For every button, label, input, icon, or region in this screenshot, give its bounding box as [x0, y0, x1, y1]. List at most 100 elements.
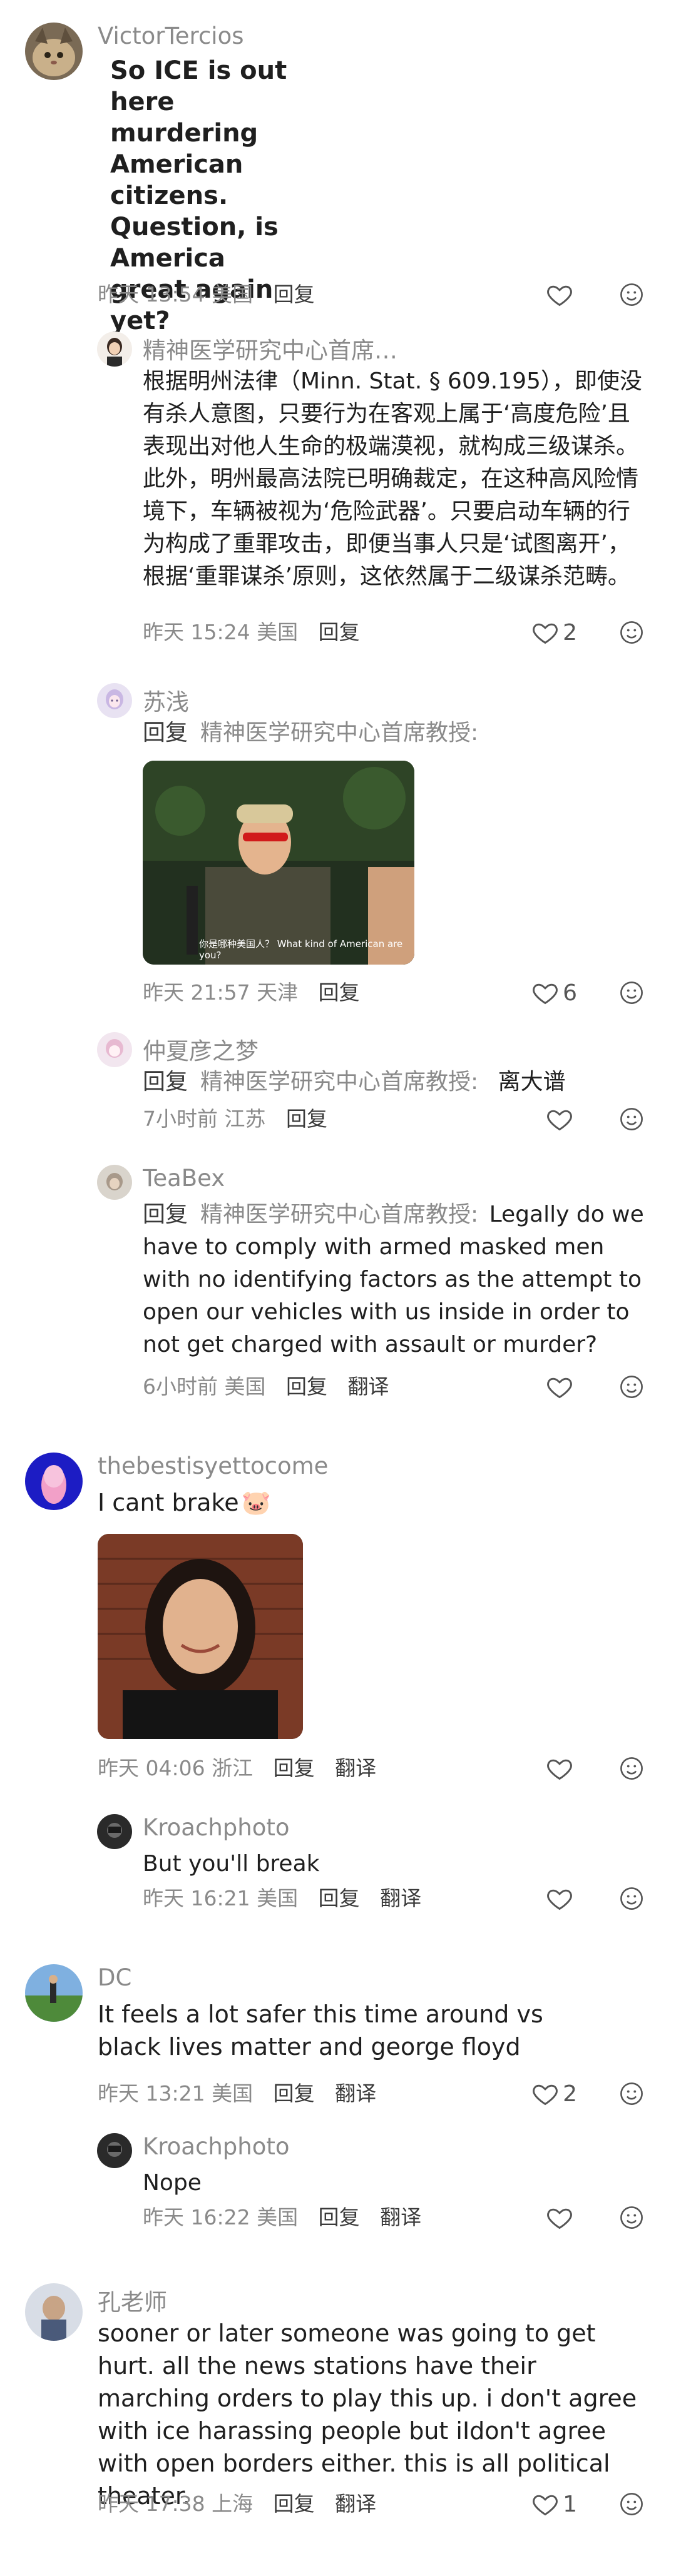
- avatar[interactable]: [97, 683, 132, 718]
- avatar[interactable]: [97, 1165, 132, 1200]
- emoji-reaction-button[interactable]: [618, 1884, 646, 1913]
- like-button[interactable]: [546, 280, 577, 309]
- emoji-reaction-button[interactable]: [618, 1372, 646, 1401]
- like-count: 6: [563, 980, 577, 1006]
- translate-button[interactable]: 翻译: [348, 1374, 389, 1399]
- comment-text: 根据明州法律（Minn. Stat. § 609.195），即使没有杀人意图，只…: [143, 368, 642, 589]
- like-count: 2: [563, 2081, 577, 2107]
- emoji-reaction-button[interactable]: [618, 2079, 646, 2108]
- smiley-icon: [620, 1757, 643, 1780]
- avatar[interactable]: [97, 1814, 132, 1849]
- avatar[interactable]: [25, 23, 83, 80]
- reply-button[interactable]: 回复: [274, 282, 315, 307]
- comment-location: 美国: [212, 2081, 253, 2106]
- smiley-icon: [620, 2206, 643, 2229]
- like-button[interactable]: 6: [531, 978, 577, 1007]
- comment-time: 昨天 21:57: [143, 980, 250, 1005]
- reply-button[interactable]: 回复: [274, 2492, 315, 2516]
- username[interactable]: Kroachphoto: [143, 1814, 289, 1841]
- heart-outline-icon: [547, 1110, 572, 1131]
- comment-time: 6小时前: [143, 1374, 218, 1399]
- like-button[interactable]: [546, 1105, 577, 1133]
- username[interactable]: DC: [98, 1964, 131, 1991]
- comment-location: 美国: [257, 1886, 299, 1910]
- smiley-icon: [620, 283, 643, 306]
- comment-location: 美国: [257, 620, 299, 644]
- avatar[interactable]: [97, 2133, 132, 2168]
- comment-text: It feels a lot safer this time around vs…: [98, 2000, 543, 2061]
- comment-location: 天津: [257, 980, 299, 1005]
- avatar[interactable]: [25, 2283, 83, 2341]
- comment-text: I cant brake: [98, 1489, 239, 1516]
- username[interactable]: VictorTercios: [98, 23, 244, 49]
- emoji-reaction-button[interactable]: [618, 280, 646, 309]
- emoji-reaction-button[interactable]: [618, 2203, 646, 2232]
- emoji-reaction-button[interactable]: [618, 1754, 646, 1783]
- translate-button[interactable]: 翻译: [335, 1756, 376, 1780]
- comment-text: 离大谱: [498, 1069, 566, 1095]
- translate-button[interactable]: 翻译: [380, 1886, 421, 1910]
- username[interactable]: 精神医学研究中心首席…: [143, 332, 412, 365]
- reply-button[interactable]: 回复: [286, 1107, 327, 1131]
- username[interactable]: TeaBex: [143, 1165, 225, 1192]
- reply-target[interactable]: 精神医学研究中心首席教授:: [200, 1069, 478, 1095]
- comment-image[interactable]: 你是哪种美国人？ What kind of American are you?: [143, 761, 414, 965]
- avatar[interactable]: [97, 1032, 132, 1067]
- comment-time: 昨天 16:21: [143, 1886, 250, 1910]
- comment-item: DC It feels a lot safer this time around…: [0, 1964, 676, 2121]
- reply-target[interactable]: 精神医学研究中心首席教授:: [200, 720, 478, 746]
- reply-button[interactable]: 回复: [274, 1756, 315, 1780]
- heart-outline-icon: [533, 2084, 558, 2106]
- reply-button[interactable]: 回复: [286, 1374, 327, 1399]
- smiley-icon: [620, 2493, 643, 2515]
- reply-item: 苏浅 回复 精神医学研究中心首席教授: 你是哪种美国人？ What kind of…: [0, 683, 676, 1008]
- username[interactable]: 孔老师: [98, 2283, 167, 2317]
- heart-outline-icon: [533, 2495, 558, 2516]
- avatar[interactable]: [25, 1964, 83, 2022]
- avatar[interactable]: [97, 332, 132, 367]
- smiley-icon: [620, 1887, 643, 1910]
- heart-outline-icon: [547, 1377, 572, 1399]
- image-caption: 你是哪种美国人？ What kind of American are you?: [199, 938, 403, 961]
- like-button[interactable]: 2: [531, 2079, 577, 2108]
- like-button[interactable]: [546, 1884, 577, 1913]
- smiley-icon: [620, 1108, 643, 1130]
- emoji-reaction-button[interactable]: [618, 978, 646, 1007]
- emoji-reaction-button[interactable]: [618, 2490, 646, 2518]
- translate-button[interactable]: 翻译: [335, 2492, 376, 2516]
- avatar[interactable]: [25, 1453, 83, 1510]
- emoji-reaction-button[interactable]: [618, 1105, 646, 1133]
- reply-button[interactable]: 回复: [274, 2081, 315, 2106]
- reply-target[interactable]: 精神医学研究中心首席教授:: [200, 1202, 478, 1227]
- reply-button[interactable]: 回复: [319, 2205, 360, 2229]
- comment-text-line: I cant brake 🐷: [98, 1486, 598, 1519]
- username[interactable]: 苏浅: [143, 683, 189, 717]
- reply-item: 精神医学研究中心首席… 根据明州法律（Minn. Stat. § 609.195…: [0, 332, 676, 657]
- like-button[interactable]: 1: [531, 2490, 577, 2518]
- reply-item: Kroachphoto But you'll break 昨天 16:21 美国…: [0, 1814, 676, 1914]
- comment-time: 昨天 16:22: [143, 2205, 250, 2229]
- comment-meta: 昨天 13:54 美国 回复: [98, 280, 315, 309]
- like-button[interactable]: 2: [531, 618, 577, 647]
- reply-button[interactable]: 回复: [319, 620, 360, 644]
- username[interactable]: Kroachphoto: [143, 2133, 289, 2160]
- comment-image[interactable]: [98, 1534, 303, 1739]
- like-button[interactable]: [546, 1372, 577, 1401]
- like-button[interactable]: [546, 2203, 577, 2232]
- translate-button[interactable]: 翻译: [380, 2205, 421, 2229]
- comment-location: 美国: [257, 2205, 299, 2229]
- emoji-reaction-button[interactable]: [618, 618, 646, 647]
- comment-text: sooner or later someone was going to get…: [98, 2320, 637, 2510]
- heart-outline-icon: [547, 285, 572, 307]
- like-button[interactable]: [546, 1754, 577, 1783]
- translate-button[interactable]: 翻译: [335, 2081, 376, 2106]
- reply-button[interactable]: 回复: [319, 1886, 360, 1910]
- comment-location: 美国: [212, 282, 253, 307]
- heart-outline-icon: [547, 2208, 572, 2229]
- comment-time: 昨天 13:21: [98, 2081, 205, 2106]
- comment-item: 孔老师 sooner or later someone was going to…: [0, 2283, 676, 2533]
- username[interactable]: 仲夏彦之梦: [143, 1032, 259, 1066]
- reply-button[interactable]: 回复: [319, 980, 360, 1005]
- username[interactable]: thebestisyettocome: [98, 1453, 328, 1479]
- comment-time: 7小时前: [143, 1107, 218, 1131]
